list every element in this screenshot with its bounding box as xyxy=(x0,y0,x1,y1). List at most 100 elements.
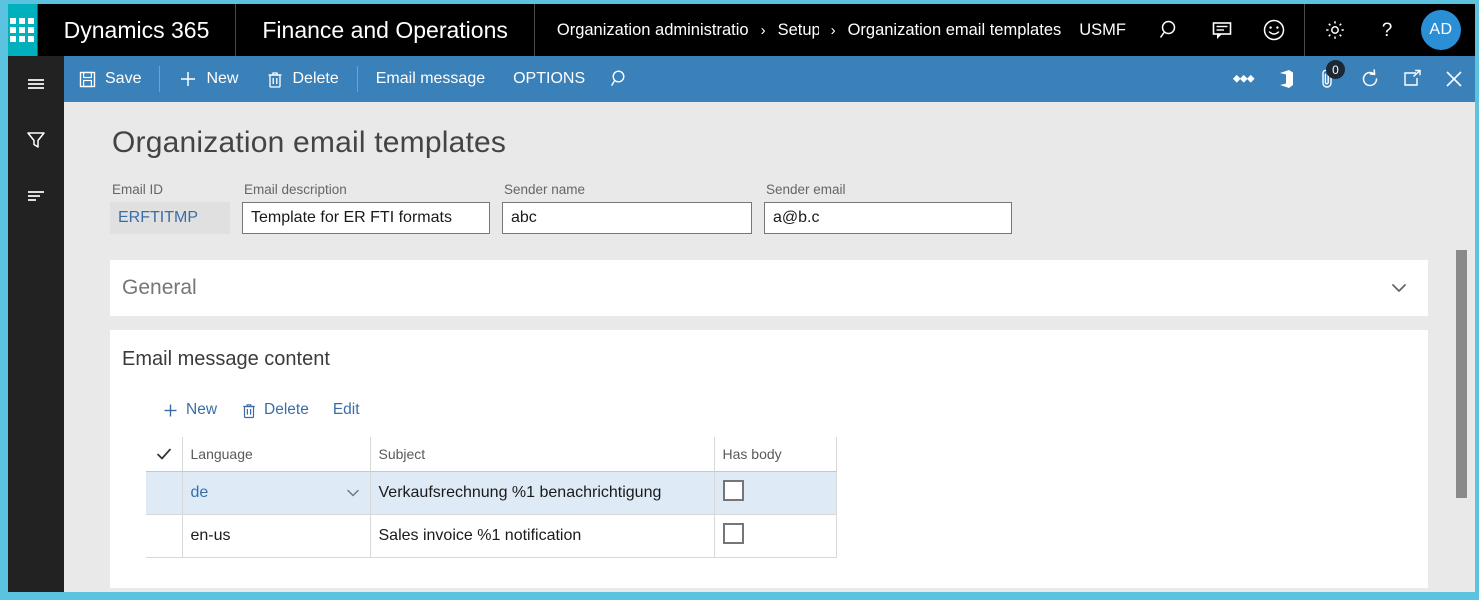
has-body-cell[interactable] xyxy=(714,515,836,558)
email-message-content-section: Email message content New xyxy=(110,330,1428,588)
grid-delete-label: Delete xyxy=(264,401,309,419)
company-selector[interactable]: USMF xyxy=(1061,21,1144,40)
has-body-checkbox[interactable] xyxy=(723,480,744,501)
plus-icon xyxy=(178,69,198,89)
page-title: Organization email templates xyxy=(64,102,1475,160)
row-selector[interactable] xyxy=(146,515,182,558)
smiley-icon[interactable] xyxy=(1248,4,1300,56)
sender-email-group: Sender email xyxy=(764,182,1012,234)
main-content: Organization email templates Email ID Em… xyxy=(64,102,1475,592)
save-button[interactable]: Save xyxy=(64,56,155,102)
grid-header: Language Subject Has body xyxy=(146,437,836,472)
top-navigation-bar: Dynamics 365 Finance and Operations Orga… xyxy=(8,4,1475,56)
gear-icon[interactable] xyxy=(1309,4,1361,56)
save-icon xyxy=(78,70,97,89)
email-message-content-title: Email message content xyxy=(122,348,1428,371)
subject-cell[interactable]: Sales invoice %1 notification xyxy=(370,515,714,558)
chevron-down-icon[interactable] xyxy=(1388,277,1410,299)
general-section-header[interactable]: General xyxy=(110,260,1428,316)
grid-delete-button[interactable]: Delete xyxy=(231,397,319,423)
breadcrumb: Organization administratio › Setup › Org… xyxy=(535,4,1061,56)
breadcrumb-item-setup[interactable]: Setup xyxy=(778,21,819,40)
grid-toolbar: New Delete Edit xyxy=(122,371,1428,423)
email-description-label: Email description xyxy=(242,182,490,197)
window-frame: Dynamics 365 Finance and Operations Orga… xyxy=(0,0,1479,600)
email-description-field[interactable] xyxy=(242,202,490,234)
toolbar-divider xyxy=(159,66,160,92)
subject-cell[interactable]: Verkaufsrechnung %1 benachrichtigung xyxy=(370,472,714,515)
window-inner: Dynamics 365 Finance and Operations Orga… xyxy=(8,4,1475,592)
sender-name-label: Sender name xyxy=(502,182,752,197)
grid-header-row: Language Subject Has body xyxy=(146,437,836,472)
nav-divider xyxy=(1304,4,1305,56)
has-body-cell[interactable] xyxy=(714,472,836,515)
has-body-checkbox[interactable] xyxy=(723,523,744,544)
language-column-header[interactable]: Language xyxy=(182,437,370,472)
refresh-icon[interactable] xyxy=(1349,56,1391,102)
delete-button[interactable]: Delete xyxy=(252,56,352,102)
brand-dynamics365[interactable]: Dynamics 365 xyxy=(37,4,237,56)
trash-icon xyxy=(241,402,257,419)
module-finance-operations[interactable]: Finance and Operations xyxy=(236,4,535,56)
sender-email-label: Sender email xyxy=(764,182,1012,197)
action-pane-right: 0 xyxy=(1223,56,1475,102)
office-icon[interactable] xyxy=(1265,56,1307,102)
options-tab[interactable]: OPTIONS xyxy=(499,56,599,102)
grid-body: de Verkaufsrechnung %1 benachrichtigung xyxy=(146,472,836,558)
general-section-label: General xyxy=(122,276,197,300)
top-navigation-right: USMF xyxy=(1061,4,1475,56)
new-button[interactable]: New xyxy=(164,56,252,102)
row-selector[interactable] xyxy=(146,472,182,515)
svg-text:?: ? xyxy=(1382,20,1393,41)
delete-button-label: Delete xyxy=(292,70,338,88)
subject-column-header[interactable]: Subject xyxy=(370,437,714,472)
popout-icon[interactable] xyxy=(1391,56,1433,102)
attachment-count-badge: 0 xyxy=(1326,60,1345,79)
has-body-column-header[interactable]: Has body xyxy=(714,437,836,472)
breadcrumb-item-organization-email-templates[interactable]: Organization email templates xyxy=(848,21,1062,40)
hamburger-menu-icon[interactable] xyxy=(8,56,64,112)
action-pane-search-icon[interactable] xyxy=(599,56,641,102)
attachment-icon[interactable]: 0 xyxy=(1307,56,1349,102)
email-id-group: Email ID xyxy=(110,182,230,234)
grid-new-label: New xyxy=(186,401,217,419)
sender-name-group: Sender name xyxy=(502,182,752,234)
filter-icon[interactable] xyxy=(8,112,64,168)
close-icon[interactable] xyxy=(1433,56,1475,102)
save-button-label: Save xyxy=(105,70,141,88)
language-cell[interactable]: en-us xyxy=(182,515,370,558)
toolbar-divider xyxy=(357,66,358,92)
checkmark-icon xyxy=(155,445,173,463)
language-cell[interactable]: de xyxy=(182,472,370,515)
new-button-label: New xyxy=(206,70,238,88)
waffle-grid xyxy=(10,18,34,42)
sender-email-field[interactable] xyxy=(764,202,1012,234)
breadcrumb-separator-icon: › xyxy=(831,22,836,39)
avatar[interactable]: AD xyxy=(1421,10,1461,50)
list-icon[interactable] xyxy=(8,168,64,224)
trash-icon xyxy=(266,70,284,89)
table-row[interactable]: en-us Sales invoice %1 notification xyxy=(146,515,836,558)
email-id-field[interactable] xyxy=(110,202,230,234)
email-description-group: Email description xyxy=(242,182,490,234)
select-all-column-header[interactable] xyxy=(146,437,182,472)
grid-new-button[interactable]: New xyxy=(152,397,227,423)
app-launcher-icon[interactable] xyxy=(8,4,37,56)
feedback-icon[interactable] xyxy=(1196,4,1248,56)
table-row[interactable]: de Verkaufsrechnung %1 benachrichtigung xyxy=(146,472,836,515)
breadcrumb-separator-icon: › xyxy=(761,22,766,39)
search-icon[interactable] xyxy=(1144,4,1196,56)
email-id-label: Email ID xyxy=(110,182,230,197)
header-fields: Email ID Email description Sender name S… xyxy=(64,160,1475,234)
content-scrollbar-thumb[interactable] xyxy=(1456,250,1467,498)
relationships-icon[interactable] xyxy=(1223,56,1265,102)
chevron-down-icon xyxy=(344,484,362,502)
breadcrumb-item-organization-administration[interactable]: Organization administratio xyxy=(557,21,749,40)
grid-edit-label: Edit xyxy=(333,401,360,419)
email-message-grid: Language Subject Has body de xyxy=(146,437,837,558)
help-icon[interactable]: ? xyxy=(1361,4,1413,56)
grid-edit-button[interactable]: Edit xyxy=(323,397,370,423)
left-sidebar xyxy=(8,56,64,592)
email-message-tab[interactable]: Email message xyxy=(362,56,499,102)
sender-name-field[interactable] xyxy=(502,202,752,234)
